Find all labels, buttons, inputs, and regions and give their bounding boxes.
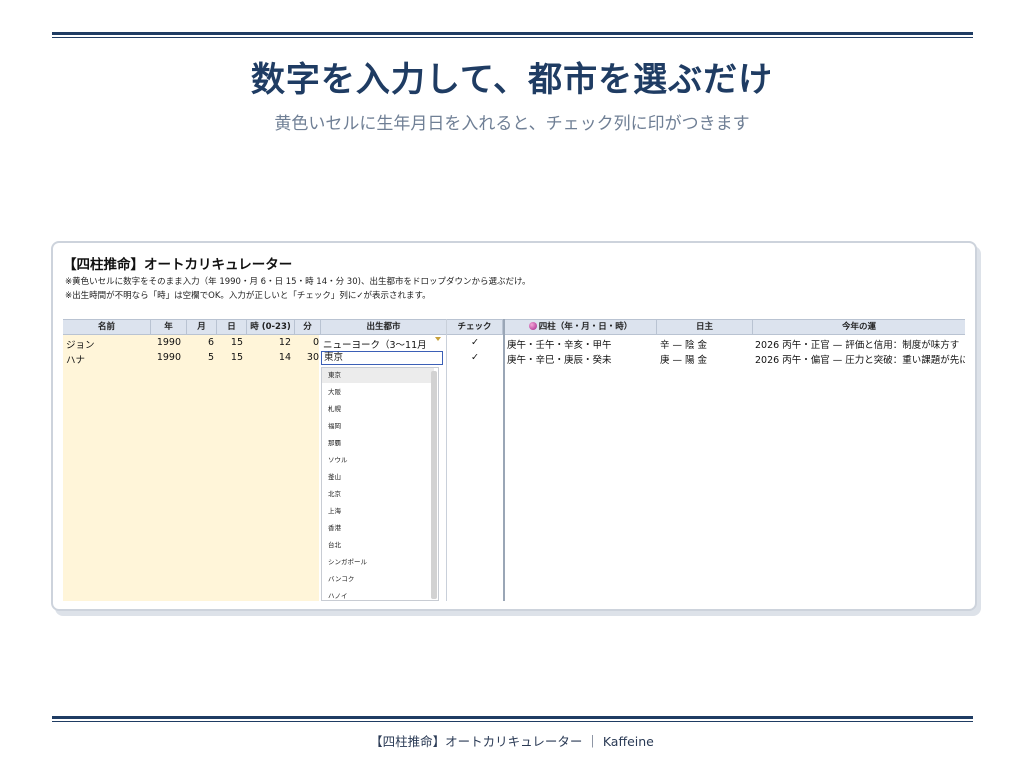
dropdown-option[interactable]: ソウル — [322, 453, 434, 468]
cell-month[interactable]: 5 — [187, 352, 214, 363]
dropdown-option[interactable]: 上海 — [322, 504, 434, 519]
dropdown-arrow-icon[interactable] — [435, 337, 441, 341]
header-pillars[interactable]: 四柱（年・月・日・時） — [505, 320, 657, 334]
slide-footer: 【四柱推命】オートカリキュレーター ｜ Kaffeine — [370, 734, 654, 749]
cell-name[interactable]: ハナ — [66, 352, 85, 366]
crystal-ball-icon — [528, 322, 537, 330]
header-hour[interactable]: 時 (0-23) — [247, 320, 295, 334]
header-row: 名前 年 月 日 時 (0-23) 分 出生都市 チェック 四柱（年・月・日・時… — [63, 319, 965, 335]
dropdown-scrollbar[interactable] — [431, 371, 437, 599]
cell-day-master[interactable]: 辛 — 陰 金 — [660, 337, 707, 351]
sheet-title: 【四柱推命】オートカリキュレーター — [63, 257, 293, 273]
frozen-pane-divider[interactable] — [503, 319, 505, 601]
header-day-master[interactable]: 日主 — [657, 320, 753, 334]
cell-pillars[interactable]: 庚午・壬午・辛亥・甲午 — [507, 337, 612, 351]
sheet-note-2: ※出生時間が不明なら「時」は空欄でOK。入力が正しいと「チェック」列に✓が表示さ… — [65, 291, 431, 301]
top-rule — [52, 32, 973, 38]
dropdown-option[interactable]: シンガポール — [322, 555, 434, 570]
cell-hour[interactable]: 12 — [247, 337, 291, 348]
header-name[interactable]: 名前 — [63, 320, 151, 334]
dropdown-option[interactable]: ハノイ — [322, 589, 434, 600]
header-pillars-label: 四柱（年・月・日・時） — [538, 322, 633, 332]
cell-city[interactable]: ニューヨーク（3〜11月 — [323, 337, 435, 351]
cell-year[interactable]: 1990 — [151, 337, 181, 348]
cell-hour[interactable]: 14 — [247, 352, 291, 363]
cell-name[interactable]: ジョン — [66, 337, 95, 351]
cell-fortune[interactable]: 2026 丙午・偏官 — 圧力と突破：重い課題が先に — [755, 352, 965, 366]
city-dropdown-input[interactable]: 東京 — [321, 351, 443, 365]
cell-day[interactable]: 15 — [217, 337, 243, 348]
dropdown-option[interactable]: 香港 — [322, 521, 434, 536]
header-month[interactable]: 月 — [187, 320, 217, 334]
dropdown-option[interactable]: バンコク — [322, 572, 434, 587]
header-day[interactable]: 日 — [217, 320, 247, 334]
cell-day[interactable]: 15 — [217, 352, 243, 363]
city-dropdown-list[interactable]: 東京 大阪 札幌 福岡 那覇 ソウル 釜山 北京 上海 香港 台北 シンガポール… — [321, 367, 439, 601]
sheet-note-1: ※黄色いセルに数字をそのまま入力（年 1990・月 6・日 15・時 14・分 … — [65, 277, 531, 287]
dropdown-option[interactable]: 釜山 — [322, 470, 434, 485]
slide-title: 数字を入力して、都市を選ぶだけ — [250, 60, 774, 100]
cell-year[interactable]: 1990 — [151, 352, 181, 363]
cell-day-master[interactable]: 庚 — 陽 金 — [660, 352, 707, 366]
dropdown-option[interactable]: 札幌 — [322, 402, 434, 417]
dropdown-option[interactable]: 台北 — [322, 538, 434, 553]
dropdown-option[interactable]: 東京 — [322, 368, 434, 383]
spreadsheet: 【四柱推命】オートカリキュレーター ※黄色いセルに数字をそのまま入力（年 199… — [63, 251, 965, 601]
slide-subtitle: 黄色いセルに生年月日を入れると、チェック列に印がつきます — [274, 114, 750, 134]
dropdown-option[interactable]: 北京 — [322, 487, 434, 502]
header-year[interactable]: 年 — [151, 320, 187, 334]
cell-minute[interactable]: 0 — [295, 337, 319, 348]
dropdown-option[interactable]: 大阪 — [322, 385, 434, 400]
spreadsheet-screenshot-card: 【四柱推命】オートカリキュレーター ※黄色いセルに数字をそのまま入力（年 199… — [51, 241, 977, 611]
cell-month[interactable]: 6 — [187, 337, 214, 348]
dropdown-option[interactable]: 那覇 — [322, 436, 434, 451]
header-minute[interactable]: 分 — [295, 320, 321, 334]
cell-check: ✓ — [471, 337, 479, 348]
cell-check: ✓ — [471, 352, 479, 363]
cell-pillars[interactable]: 庚午・辛巳・庚辰・癸未 — [507, 352, 612, 366]
dropdown-option[interactable]: 福岡 — [322, 419, 434, 434]
cell-fortune[interactable]: 2026 丙午・正官 — 評価と信用：制度が味方す — [755, 337, 965, 351]
header-fortune[interactable]: 今年の運 — [753, 320, 965, 334]
cell-minute[interactable]: 30 — [295, 352, 319, 363]
header-check[interactable]: チェック — [447, 320, 503, 334]
header-city[interactable]: 出生都市 — [321, 320, 447, 334]
bottom-rule — [52, 716, 973, 722]
input-area-yellow — [63, 335, 319, 601]
